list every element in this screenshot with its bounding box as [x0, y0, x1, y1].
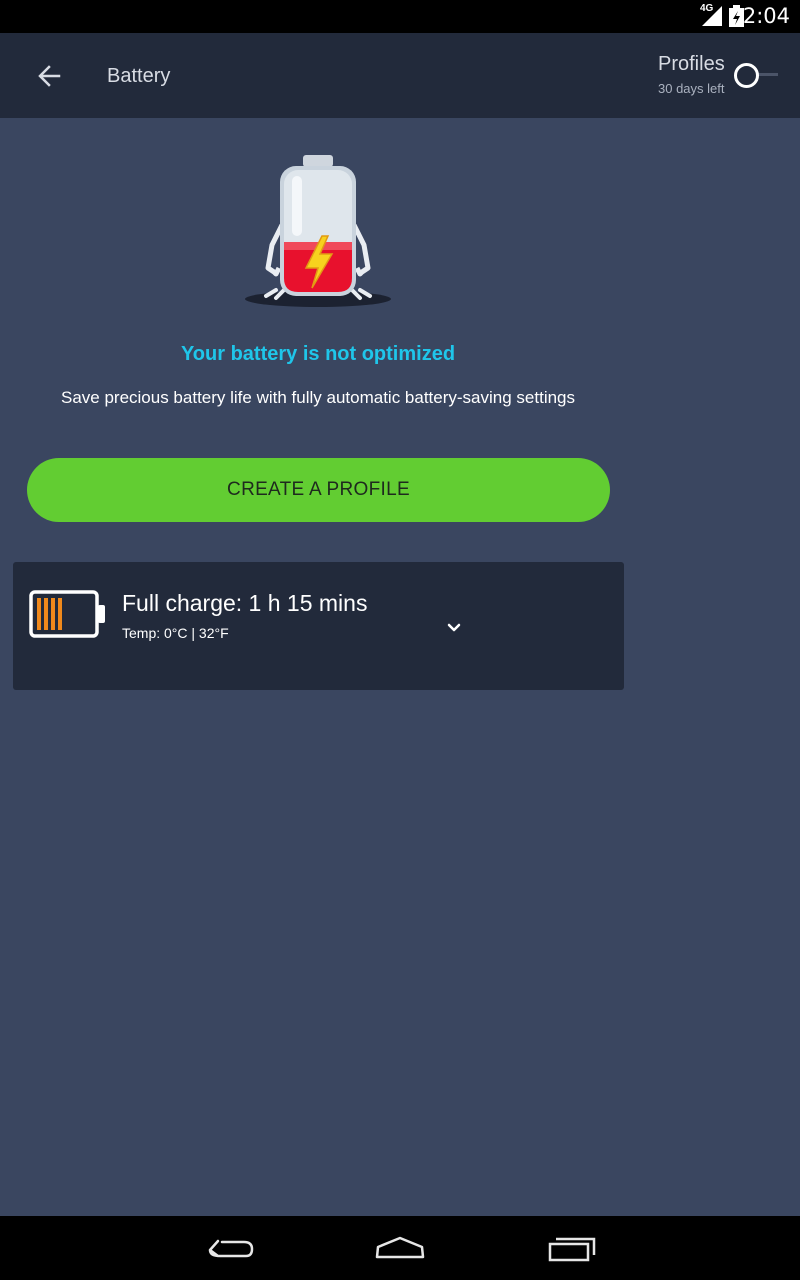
battery-status-card[interactable]: Full charge: 1 h 15 mins Temp: 0°C | 32°… — [13, 562, 624, 690]
battery-level-icon — [29, 590, 105, 638]
status-time: 2:04 — [742, 4, 790, 28]
full-charge-label: Full charge: 1 h 15 mins — [122, 590, 368, 616]
status-battery-icon — [729, 5, 744, 27]
toggle-thumb — [734, 63, 759, 88]
app-bar: Battery Profiles 30 days left — [0, 33, 800, 118]
nav-home-icon[interactable] — [370, 1230, 430, 1266]
charge-bar — [37, 598, 41, 630]
page-title: Battery — [107, 65, 171, 87]
profiles-block: Profiles 30 days left — [658, 53, 725, 96]
battery-robot-illustration — [245, 155, 391, 307]
profiles-days-left: 30 days left — [658, 81, 725, 96]
back-button[interactable] — [28, 55, 70, 97]
signal-icon — [702, 6, 722, 26]
profiles-toggle[interactable] — [734, 62, 780, 88]
system-nav-bar — [0, 1216, 800, 1280]
nav-recents-icon[interactable] — [542, 1230, 602, 1266]
nav-back-icon[interactable] — [200, 1230, 260, 1266]
charge-bar — [51, 598, 55, 630]
back-arrow-icon — [38, 65, 61, 87]
temperature-label: Temp: 0°C | 32°F — [122, 625, 229, 641]
charge-bar — [58, 598, 62, 630]
optimization-description: Save precious battery life with fully au… — [60, 388, 576, 407]
optimization-headline: Your battery is not optimized — [180, 343, 456, 365]
create-profile-button[interactable]: CREATE A PROFILE — [27, 458, 610, 522]
chevron-down-icon[interactable] — [443, 618, 465, 638]
profiles-label: Profiles — [658, 53, 725, 75]
charge-bar — [44, 598, 48, 630]
status-bar: 4G 2:04 — [0, 0, 800, 33]
